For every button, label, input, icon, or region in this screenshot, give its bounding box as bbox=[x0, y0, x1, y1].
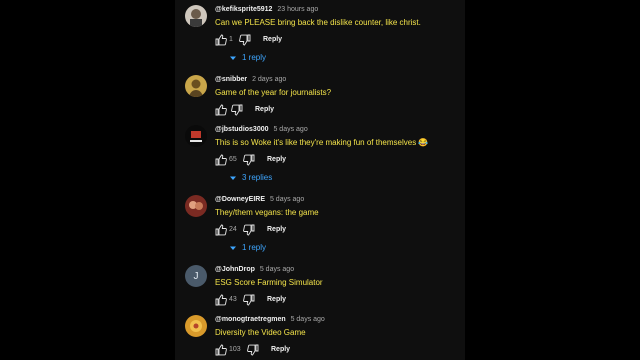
comment-meta: @DowneyEIRE 5 days ago bbox=[215, 195, 304, 204]
comment-time[interactable]: 5 days ago bbox=[291, 316, 325, 323]
thumb-up-icon[interactable] bbox=[215, 344, 227, 356]
comment-meta: @jbstudios3000 5 days ago bbox=[215, 125, 308, 134]
reply-button[interactable]: Reply bbox=[267, 226, 286, 233]
replies-toggle[interactable]: 1 reply bbox=[230, 53, 266, 62]
caret-down-icon bbox=[230, 176, 236, 180]
thumb-down-icon[interactable] bbox=[243, 294, 255, 306]
comment-author[interactable]: @monogtraetregmen bbox=[215, 316, 286, 323]
comment-text: Game of the year for journalists? bbox=[215, 88, 332, 97]
comment-meta: @monogtraetregmen 5 days ago bbox=[215, 315, 325, 324]
reply-button[interactable]: Reply bbox=[267, 156, 286, 163]
comment-author[interactable]: @JohnDrop bbox=[215, 266, 255, 273]
replies-label: 1 reply bbox=[242, 243, 267, 252]
reply-button[interactable]: Reply bbox=[271, 346, 290, 353]
avatar[interactable] bbox=[185, 315, 207, 337]
comment-actions: 1 Reply bbox=[215, 34, 445, 46]
comment-meta: @JohnDrop 5 days ago bbox=[215, 265, 294, 274]
thumb-up-icon[interactable] bbox=[215, 34, 227, 46]
thumb-down-icon[interactable] bbox=[243, 154, 255, 166]
comment-time[interactable]: 23 hours ago bbox=[277, 6, 318, 13]
avatar[interactable] bbox=[185, 5, 207, 27]
comment-author[interactable]: @kefiksprite5912 bbox=[215, 6, 272, 13]
comment-actions: 24 Reply bbox=[215, 224, 445, 236]
avatar[interactable]: J bbox=[185, 265, 207, 287]
thumb-down-icon[interactable] bbox=[231, 104, 243, 116]
reply-button[interactable]: Reply bbox=[263, 36, 282, 43]
replies-toggle[interactable]: 3 replies bbox=[230, 173, 272, 182]
thumb-down-icon[interactable] bbox=[243, 224, 255, 236]
like-count: 43 bbox=[229, 296, 237, 303]
reply-button[interactable]: Reply bbox=[267, 296, 286, 303]
avatar[interactable] bbox=[185, 75, 207, 97]
avatar[interactable] bbox=[185, 195, 207, 217]
avatar-letter: J bbox=[193, 270, 199, 282]
replies-label: 1 reply bbox=[242, 53, 267, 62]
comment-meta: @snibber 2 days ago bbox=[215, 75, 286, 84]
comment-actions: 43 Reply bbox=[215, 294, 445, 306]
comment-text: Diversity the Video Game bbox=[215, 328, 306, 337]
caret-down-icon bbox=[230, 246, 236, 250]
replies-toggle[interactable]: 1 reply bbox=[230, 243, 266, 252]
caret-down-icon bbox=[230, 56, 236, 60]
thumb-up-icon[interactable] bbox=[215, 104, 227, 116]
comment-actions: Reply bbox=[215, 104, 445, 116]
comment-text: Can we PLEASE bring back the dislike cou… bbox=[215, 18, 421, 27]
like-count: 103 bbox=[229, 346, 241, 353]
thumb-down-icon[interactable] bbox=[239, 34, 251, 46]
thumb-up-icon[interactable] bbox=[215, 294, 227, 306]
comments-panel: @kefiksprite5912 23 hours ago Can we PLE… bbox=[175, 0, 465, 360]
thumb-down-icon[interactable] bbox=[247, 344, 259, 356]
like-count: 1 bbox=[229, 36, 233, 43]
comment-meta: @kefiksprite5912 23 hours ago bbox=[215, 5, 318, 14]
thumb-up-icon[interactable] bbox=[215, 154, 227, 166]
replies-label: 3 replies bbox=[242, 173, 273, 182]
comment-author[interactable]: @snibber bbox=[215, 76, 247, 83]
comment-author[interactable]: @DowneyEIRE bbox=[215, 196, 265, 203]
comment-time[interactable]: 5 days ago bbox=[273, 126, 307, 133]
comment-time[interactable]: 5 days ago bbox=[270, 196, 304, 203]
thumb-up-icon[interactable] bbox=[215, 224, 227, 236]
avatar[interactable] bbox=[185, 125, 207, 147]
comment-author[interactable]: @jbstudios3000 bbox=[215, 126, 269, 133]
like-count: 65 bbox=[229, 156, 237, 163]
reply-button[interactable]: Reply bbox=[255, 106, 274, 113]
comment-actions: 65 Reply bbox=[215, 154, 445, 166]
comment-time[interactable]: 5 days ago bbox=[260, 266, 294, 273]
comment-text: This is so Woke it's like they're making… bbox=[215, 138, 429, 147]
like-count: 24 bbox=[229, 226, 237, 233]
comment-text: They/them vegans: the game bbox=[215, 208, 319, 217]
comment-actions: 103 Reply bbox=[215, 344, 445, 356]
comment-text: ESG Score Farming Simulator bbox=[215, 278, 323, 287]
comment-time[interactable]: 2 days ago bbox=[252, 76, 286, 83]
